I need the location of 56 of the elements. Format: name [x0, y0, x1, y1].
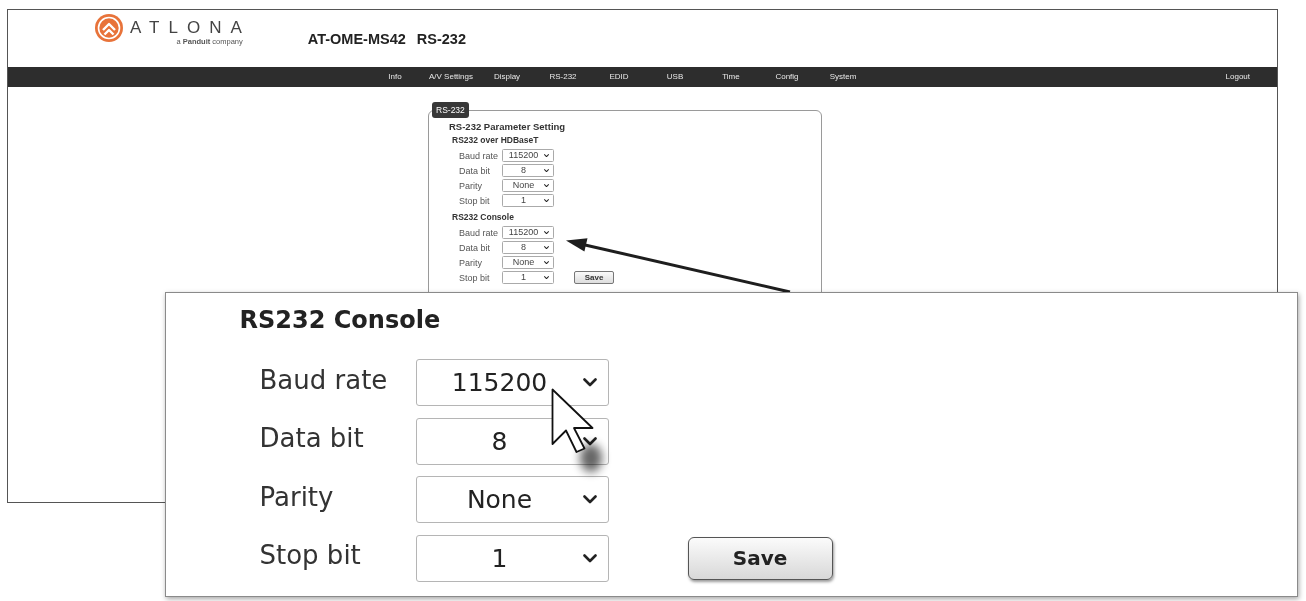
chevron-down-icon [544, 230, 549, 235]
logo-icon [95, 14, 123, 42]
field-label: Baud rate [259, 364, 389, 397]
panel-legend: RS-232 [432, 102, 469, 118]
logo-wordmark: ATLONA [130, 18, 251, 37]
chevron-down-icon [544, 168, 549, 173]
chevron-down-icon [582, 436, 597, 446]
field-label: Parity [259, 481, 335, 514]
nav-link[interactable]: A/V Settings [429, 72, 473, 82]
nav-link[interactable]: USB [666, 72, 684, 82]
dropdown[interactable]: 115200 [502, 149, 554, 162]
device-model: AT-OME-MS42 [307, 30, 406, 47]
chevron-down-icon [544, 245, 549, 250]
dropdown[interactable]: 1 [502, 194, 554, 207]
dropdown[interactable]: None [502, 256, 554, 269]
field-label: Baud rate [459, 150, 500, 161]
nav-link[interactable]: RS-232 [549, 72, 577, 82]
panel-heading: RS-232 Parameter Setting [449, 121, 567, 133]
field-label: Stop bit [459, 195, 491, 206]
field-label: Stop bit [459, 272, 491, 283]
chevron-down-icon [582, 553, 597, 563]
field-label: Parity [459, 180, 483, 191]
section-title: RS232 Console [451, 212, 515, 223]
field-label: Data bit [259, 423, 365, 455]
nav-link[interactable]: EDID [609, 72, 629, 82]
nav-link[interactable]: Display [493, 72, 521, 82]
chevron-down-icon [544, 198, 549, 203]
field-label: Parity [459, 257, 483, 268]
dropdown[interactable]: 115200 [415, 359, 609, 406]
chevron-down-icon [544, 183, 549, 188]
field-label: Data bit [459, 242, 492, 253]
save-button[interactable]: Save [687, 536, 833, 580]
dropdown[interactable]: 8 [502, 164, 554, 177]
field-label: Data bit [459, 165, 492, 176]
nav-link[interactable]: System [829, 72, 857, 82]
chevron-down-icon [582, 495, 597, 504]
dropdown[interactable]: 1 [502, 271, 554, 284]
nav-link[interactable]: Info [388, 72, 402, 82]
section-title: RS232 over HDBaseT [451, 135, 540, 146]
dropdown[interactable]: 1 [415, 534, 609, 582]
chevron-down-icon [582, 378, 597, 387]
nav-link[interactable]: Config [775, 72, 799, 82]
dropdown[interactable]: None [415, 476, 609, 523]
save-button[interactable]: Save [574, 271, 614, 284]
section-title: RS232 Console [239, 305, 441, 335]
logout-link[interactable]: Logout [1225, 72, 1250, 82]
chevron-down-icon [544, 275, 549, 280]
field-label: Stop bit [259, 540, 362, 572]
field-label: Baud rate [459, 227, 500, 238]
nav-link[interactable]: Time [722, 72, 740, 82]
dropdown[interactable]: None [502, 179, 554, 192]
dropdown[interactable]: 115200 [502, 226, 554, 239]
dropdown[interactable]: 8 [502, 241, 554, 254]
page-title: RS-232 [416, 30, 466, 47]
chevron-down-icon [544, 260, 549, 265]
chevron-down-icon [544, 153, 549, 158]
